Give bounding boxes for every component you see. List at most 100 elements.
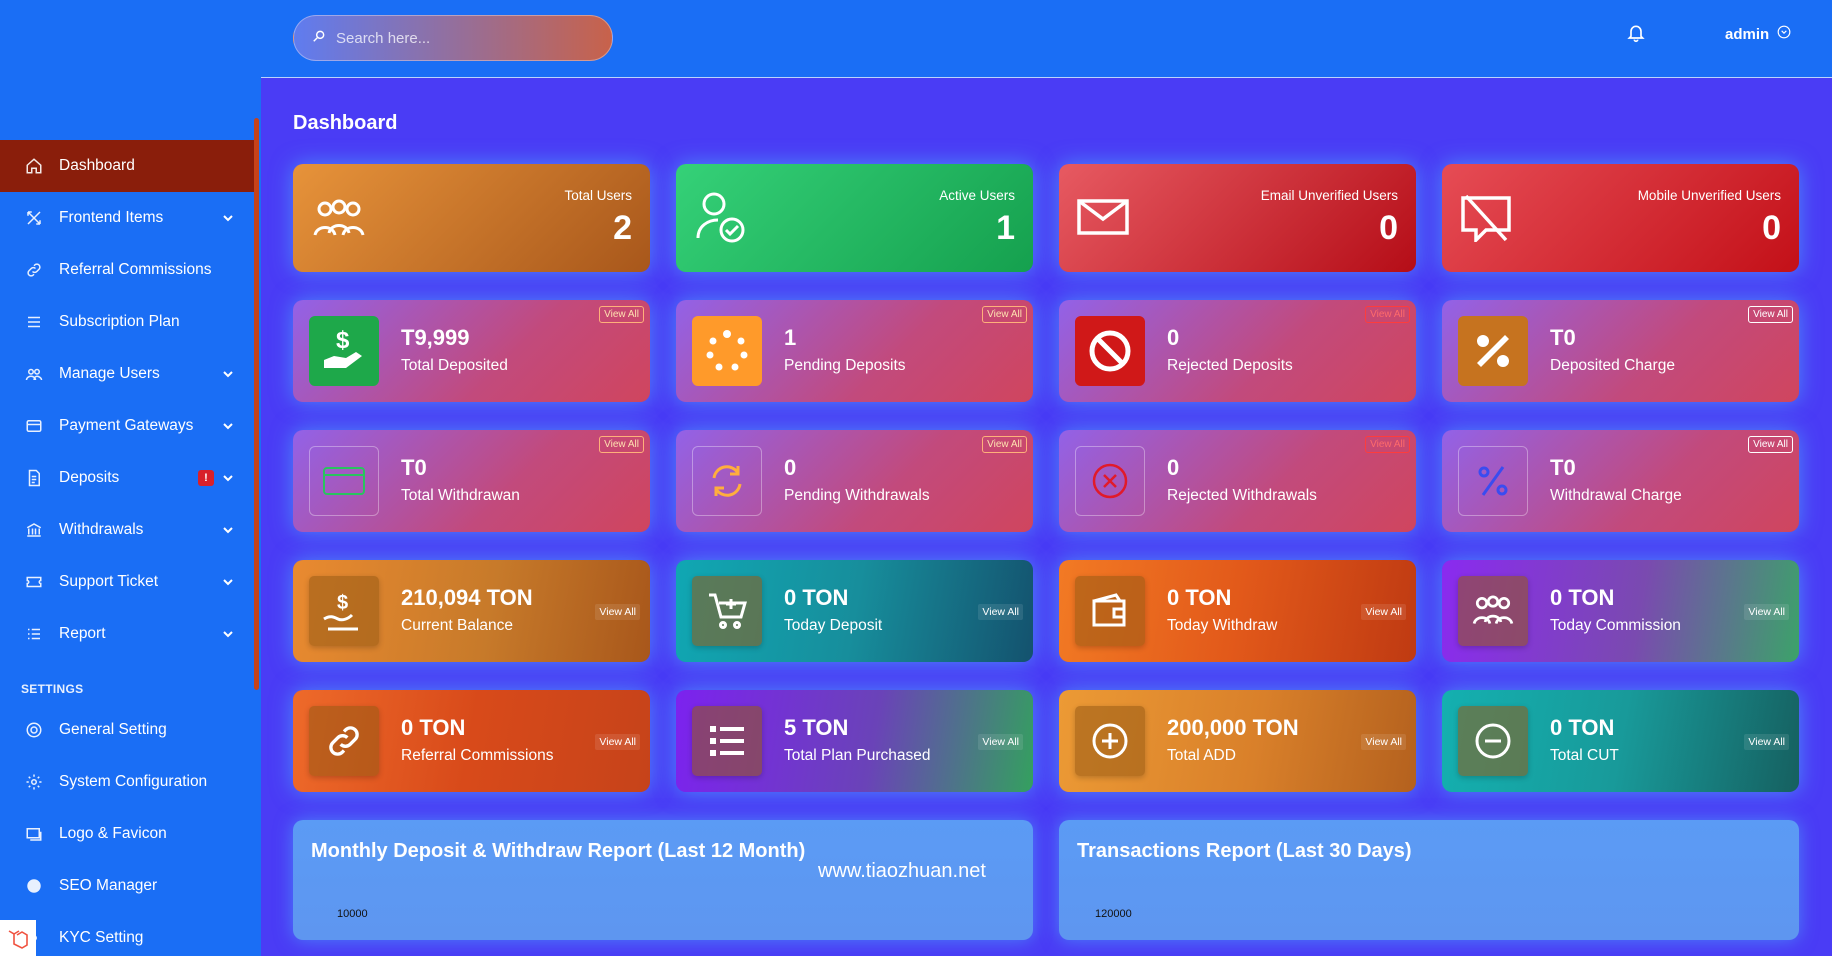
sidebar-item-system-configuration[interactable]: System Configuration <box>0 756 254 808</box>
stat-card-total-users[interactable]: Total Users 2 <box>293 164 650 272</box>
widget-amount: T9,999 <box>401 325 470 350</box>
widget-total-cut[interactable]: 0 TON Total CUT View All <box>1442 690 1799 792</box>
widget-amount: 0 TON <box>784 585 849 610</box>
widget-amount: 1 <box>784 325 797 350</box>
view-all-link[interactable]: View All <box>595 604 640 620</box>
sidebar-item-dashboard[interactable]: Dashboard <box>0 140 254 192</box>
sidebar-item-label: Deposits <box>59 469 120 486</box>
widget-referral-commissions[interactable]: 0 TON Referral Commissions View All <box>293 690 650 792</box>
sidebar-item-report[interactable]: Report <box>0 608 254 660</box>
sidebar-scrollbar[interactable] <box>254 118 259 690</box>
cart-plus-icon <box>692 576 762 646</box>
widget-rejected-withdrawals[interactable]: 0 Rejected Withdrawals View All <box>1059 430 1416 532</box>
sidebar-item-seo-manager[interactable]: SEO Manager <box>0 860 254 912</box>
stat-value: 1 <box>996 209 1015 247</box>
widget-amount: 0 TON <box>401 715 466 740</box>
main-content: Dashboard Total Users 2 Active Users 1 E… <box>293 78 1803 940</box>
stat-card-email-unverified[interactable]: Email Unverified Users 0 <box>1059 164 1416 272</box>
widget-total-deposited[interactable]: $ T9,999 Total Deposited View All <box>293 300 650 402</box>
stat-value: 0 <box>1762 209 1781 247</box>
sidebar-item-frontend-items[interactable]: Frontend Items <box>0 192 254 244</box>
chevron-down-icon <box>222 524 234 536</box>
widget-label: Today Deposit <box>784 617 883 634</box>
view-all-link[interactable]: View All <box>1748 436 1793 453</box>
stats-row: Total Users 2 Active Users 1 Email Unver… <box>293 164 1803 272</box>
sidebar-item-label: Support Ticket <box>59 573 159 590</box>
view-all-link[interactable]: View All <box>1748 306 1793 323</box>
widget-amount: T0 <box>401 455 427 480</box>
logo[interactable] <box>0 0 261 140</box>
view-all-link[interactable]: View All <box>1361 604 1406 620</box>
tools-icon <box>24 208 44 228</box>
withdraw-widgets-row: T0 Total Withdrawan View All 0 Pending W… <box>293 430 1803 532</box>
view-all-link[interactable]: View All <box>1744 604 1789 620</box>
widget-today-withdraw[interactable]: 0 TON Today Withdraw View All <box>1059 560 1416 662</box>
widget-deposited-charge[interactable]: T0 Deposited Charge View All <box>1442 300 1799 402</box>
widget-rejected-deposits[interactable]: 0 Rejected Deposits View All <box>1059 300 1416 402</box>
sidebar-item-kyc-setting[interactable]: KYC Setting <box>0 912 254 956</box>
view-all-link[interactable]: View All <box>982 436 1027 453</box>
sidebar-item-support-ticket[interactable]: Support Ticket <box>0 556 254 608</box>
stat-value: 0 <box>1379 209 1398 247</box>
sidebar-item-subscription-plan[interactable]: Subscription Plan <box>0 296 254 348</box>
view-all-link[interactable]: View All <box>978 734 1023 750</box>
widget-today-deposit[interactable]: 0 TON Today Deposit View All <box>676 560 1033 662</box>
widget-label: Today Withdraw <box>1167 617 1278 634</box>
widget-label: Pending Withdrawals <box>784 487 930 504</box>
users-icon <box>24 364 44 384</box>
widget-total-withdrawan[interactable]: T0 Total Withdrawan View All <box>293 430 650 532</box>
view-all-link[interactable]: View All <box>599 306 644 323</box>
view-all-link[interactable]: View All <box>1361 734 1406 750</box>
users-group-icon <box>1458 576 1528 646</box>
widget-current-balance[interactable]: $ 210,094 TON Current Balance View All <box>293 560 650 662</box>
bell-icon[interactable] <box>1626 22 1648 46</box>
search-input[interactable] <box>336 29 586 47</box>
widget-label: Rejected Withdrawals <box>1167 487 1317 504</box>
widget-total-plan-purchased[interactable]: 5 TON Total Plan Purchased View All <box>676 690 1033 792</box>
widget-pending-deposits[interactable]: 1 Pending Deposits View All <box>676 300 1033 402</box>
ticket-icon <box>24 572 44 592</box>
sidebar-item-label: Withdrawals <box>59 521 144 538</box>
widget-total-add[interactable]: 200,000 TON Total ADD View All <box>1059 690 1416 792</box>
sidebar-item-manage-users[interactable]: Manage Users <box>0 348 254 400</box>
search-box[interactable] <box>293 15 613 61</box>
percentage-icon <box>1458 446 1528 516</box>
stat-label: Active Users <box>939 188 1015 203</box>
view-all-link[interactable]: View All <box>1744 734 1789 750</box>
view-all-link[interactable]: View All <box>1365 436 1410 453</box>
widget-pending-withdrawals[interactable]: 0 Pending Withdrawals View All <box>676 430 1033 532</box>
view-all-link[interactable]: View All <box>1365 306 1410 323</box>
view-all-link[interactable]: View All <box>599 436 644 453</box>
widget-withdrawal-charge[interactable]: T0 Withdrawal Charge View All <box>1442 430 1799 532</box>
sidebar-item-referral-commissions[interactable]: Referral Commissions <box>0 244 254 296</box>
report-list-icon <box>24 624 44 644</box>
sidebar-item-deposits[interactable]: Deposits ! <box>0 452 254 504</box>
widget-amount: T0 <box>1550 455 1576 480</box>
sidebar-item-label: Frontend Items <box>59 209 164 226</box>
widget-amount: 0 TON <box>1167 585 1232 610</box>
hand-holding-dollar-icon: $ <box>309 576 379 646</box>
sidebar-item-payment-gateways[interactable]: Payment Gateways <box>0 400 254 452</box>
stat-card-active-users[interactable]: Active Users 1 <box>676 164 1033 272</box>
view-all-link[interactable]: View All <box>978 604 1023 620</box>
laravel-logo-icon <box>0 920 36 956</box>
sidebar-item-general-setting[interactable]: General Setting <box>0 704 254 756</box>
widget-label: Pending Deposits <box>784 357 906 374</box>
view-all-link[interactable]: View All <box>982 306 1027 323</box>
plus-circle-icon <box>1075 706 1145 776</box>
sidebar-item-withdrawals[interactable]: Withdrawals <box>0 504 254 556</box>
view-all-link[interactable]: View All <box>595 734 640 750</box>
widget-amount: 0 TON <box>1550 585 1615 610</box>
sidebar-item-label: SEO Manager <box>59 877 158 894</box>
y-axis-tick: 120000 <box>1095 908 1132 920</box>
bank-icon <box>24 520 44 540</box>
comment-slash-icon <box>1460 194 1516 245</box>
wallet-icon <box>1075 576 1145 646</box>
sidebar-item-logo-favicon[interactable]: Logo & Favicon <box>0 808 254 860</box>
stat-card-mobile-unverified[interactable]: Mobile Unverified Users 0 <box>1442 164 1799 272</box>
widget-label: Withdrawal Charge <box>1550 487 1682 504</box>
user-menu[interactable]: admin <box>1725 25 1791 43</box>
widget-today-commission[interactable]: 0 TON Today Commission View All <box>1442 560 1799 662</box>
chevron-down-icon <box>222 212 234 224</box>
credit-card-icon <box>309 446 379 516</box>
